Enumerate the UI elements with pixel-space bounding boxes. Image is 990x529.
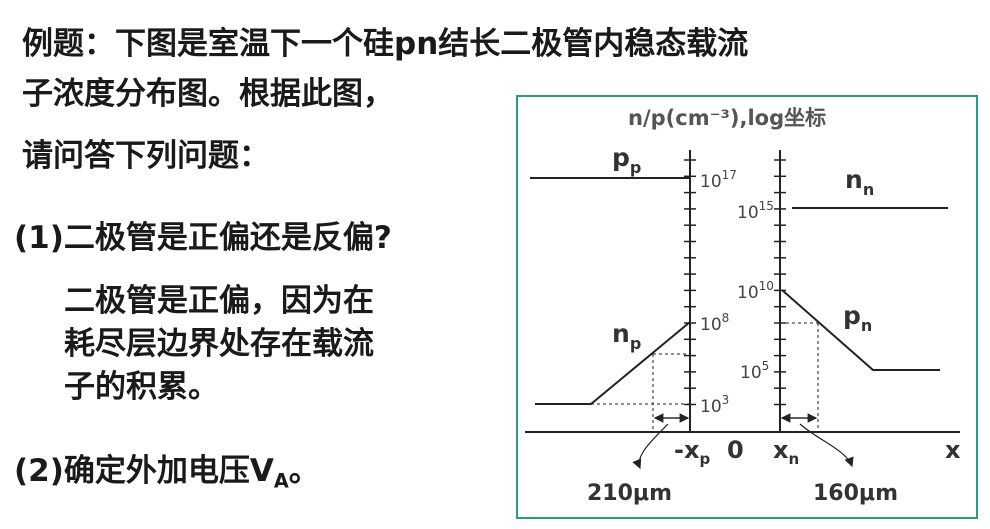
title-line-3: 请问答下列问题：	[22, 138, 270, 174]
label-pp: pp	[612, 143, 641, 177]
right-tick-label: 1010	[737, 279, 774, 303]
label-xn: xn	[773, 436, 799, 468]
answer-1-line-1: 二极管是正偏，因为在	[64, 283, 374, 319]
question-2-prefix: (2)确定外加电压V	[14, 453, 274, 489]
question-1: (1)二极管是正偏还是反偏?	[14, 220, 392, 256]
dim-label-left: 210μm	[587, 481, 672, 506]
answer-1-line-2: 耗尽层边界处存在载流	[64, 326, 374, 362]
question-2: (2)确定外加电压VA。	[14, 445, 320, 493]
y-axis-title: n/p(cm⁻³),log坐标	[628, 106, 826, 130]
left-tick-label: 108	[700, 311, 729, 335]
answer-1-line-3: 子的积累。	[64, 369, 219, 405]
right-leader-arrow	[799, 423, 854, 468]
label-np: np	[612, 319, 641, 353]
title-line-1: 例题：下图是室温下一个硅pn结长二极管内稳态载流	[22, 26, 749, 62]
concentration-figure: n/p(cm⁻³),log坐标 1017 108 103 1015 1010 105 p…	[525, 106, 961, 506]
title-line-2: 子浓度分布图。根据此图，	[22, 76, 394, 112]
question-2-subscript: A	[273, 469, 289, 493]
question-2-suffix: 。	[288, 453, 320, 489]
label-neg-xp: -xp	[674, 436, 710, 468]
label-pn: pn	[843, 301, 872, 335]
label-x: x	[945, 436, 961, 464]
label-nn: nn	[845, 165, 874, 199]
label-zero: 0	[727, 436, 744, 464]
left-tick-label: 1017	[700, 168, 737, 192]
right-tick-label: 1015	[737, 199, 774, 223]
right-tick-label: 105	[740, 359, 769, 383]
dim-label-right: 160μm	[813, 481, 898, 506]
left-leader-arrow	[632, 423, 669, 470]
left-tick-label: 103	[700, 393, 729, 417]
